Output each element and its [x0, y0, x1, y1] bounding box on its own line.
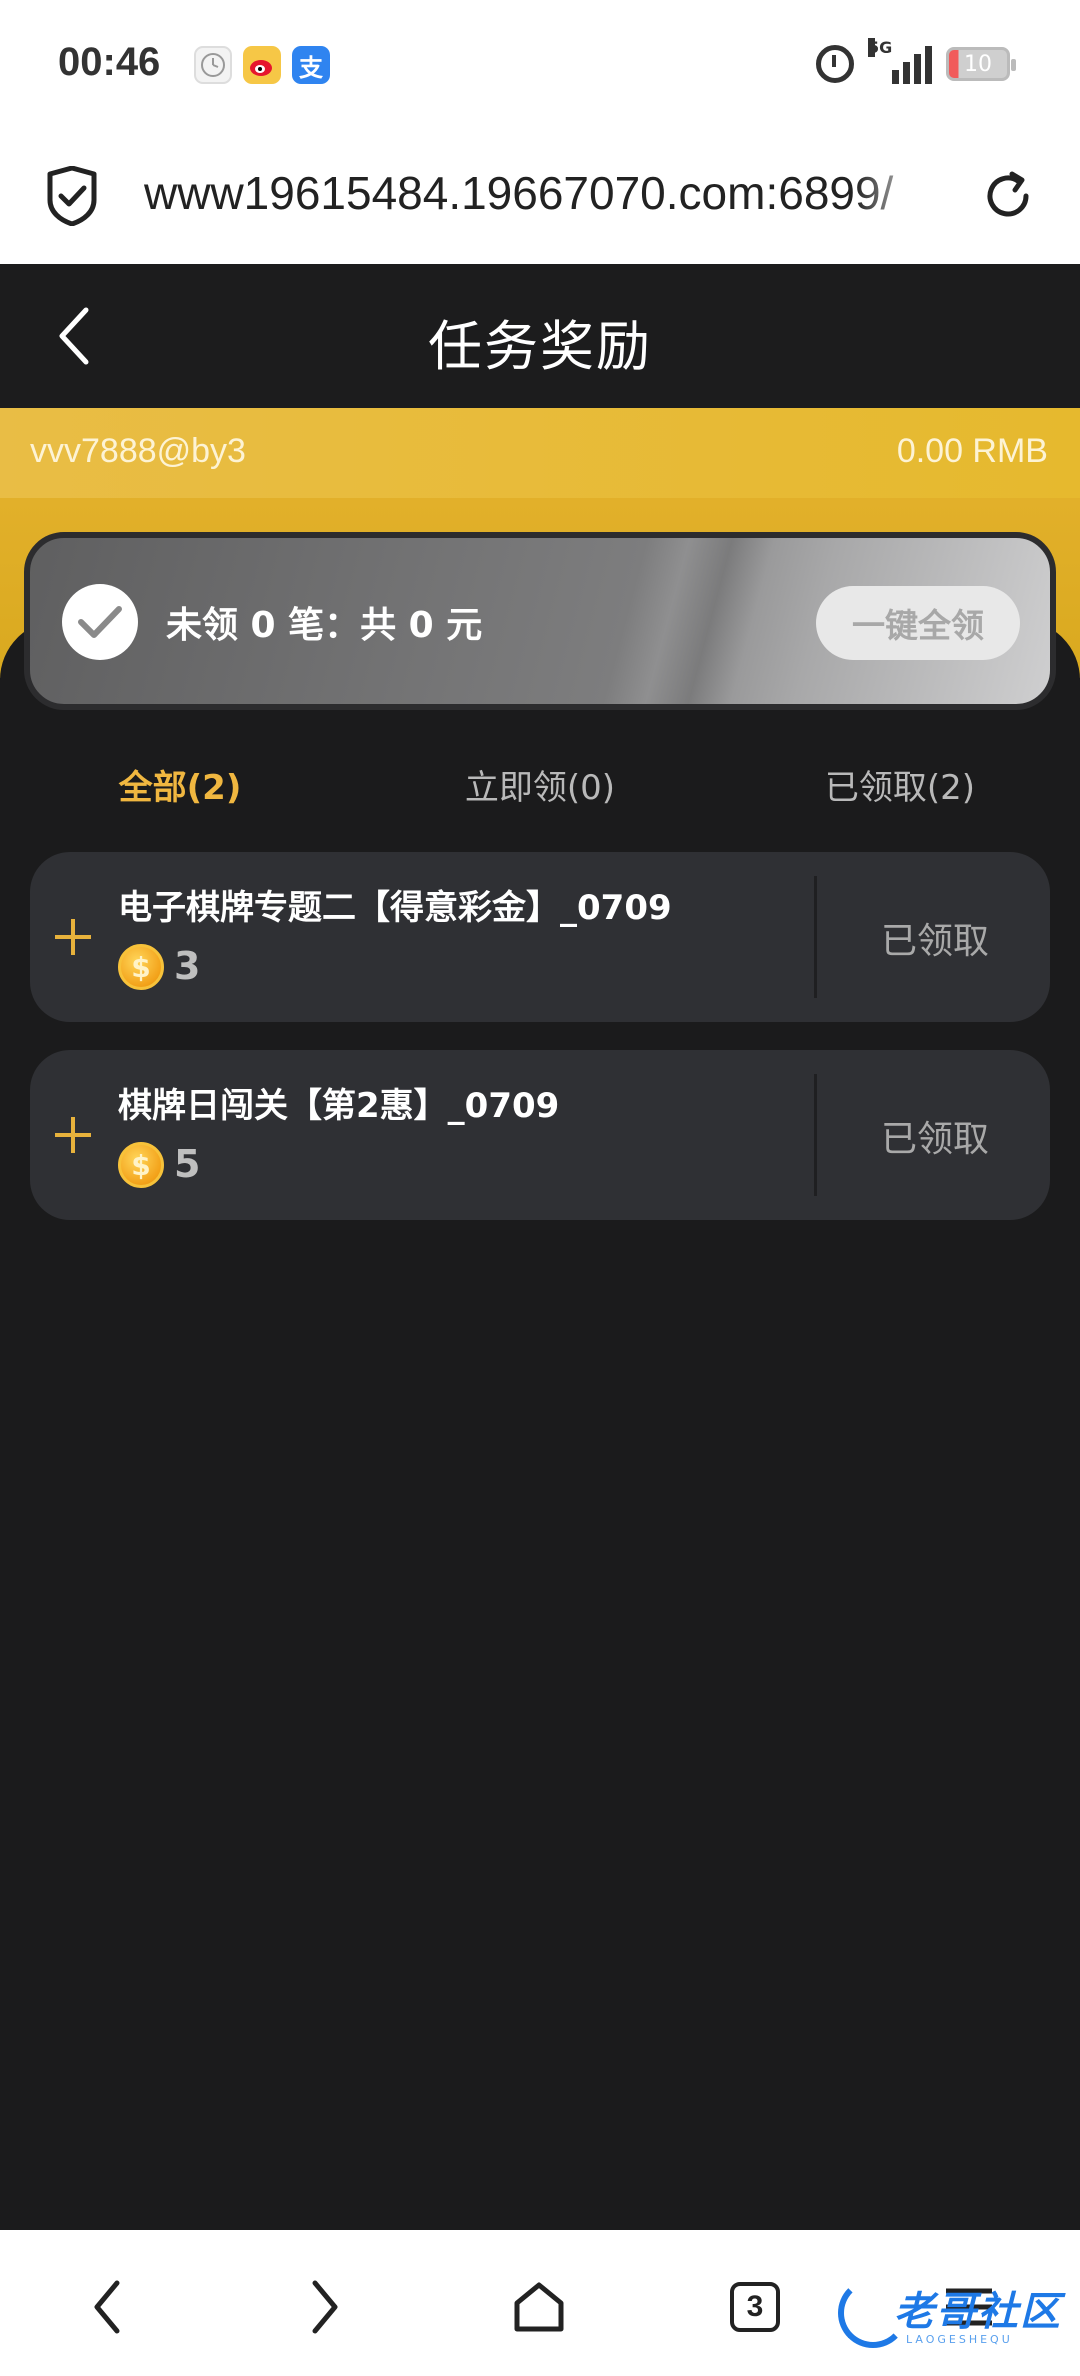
reload-icon[interactable]: [978, 166, 1038, 226]
watermark-swoosh-icon: [838, 2278, 908, 2348]
task-reward: 5: [174, 1142, 201, 1186]
task-item[interactable]: 棋牌日闯关【第2惠】_0709 $ 5 已领取: [30, 1050, 1050, 1220]
divider: [814, 876, 817, 998]
alarm-icon: [816, 45, 854, 83]
summary-card: 未领 0 笔：共 0 元 一键全领: [24, 532, 1056, 710]
coin-icon: $: [118, 944, 164, 990]
claim-all-button[interactable]: 一键全领: [816, 586, 1020, 660]
page-title: 任务奖励: [428, 315, 652, 378]
task-status-button[interactable]: 已领取: [820, 1110, 1050, 1162]
plus-icon[interactable]: [52, 916, 94, 958]
unclaimed-summary: 未领 0 笔：共 0 元: [166, 605, 483, 646]
tab-count: 3: [730, 2282, 780, 2332]
tabs-switcher-button[interactable]: 3: [720, 2272, 790, 2342]
coin-icon: $: [118, 1142, 164, 1188]
plus-icon[interactable]: [52, 1114, 94, 1156]
task-reward: 3: [174, 944, 201, 988]
nav-forward-icon[interactable]: [290, 2272, 360, 2342]
signal-icon: 5G: [868, 38, 932, 84]
nav-back-icon[interactable]: [72, 2272, 142, 2342]
status-time: 00:46: [58, 40, 161, 84]
url-field[interactable]: www19615484.19667070.com:6899/: [144, 166, 934, 226]
divider: [814, 1074, 817, 1196]
shield-check-icon[interactable]: [44, 165, 100, 227]
alipay-app-icon: 支: [292, 46, 330, 84]
home-icon[interactable]: [504, 2272, 574, 2342]
clock-app-icon: [194, 46, 232, 84]
status-bar: 00:46 支 5G 10: [0, 0, 1080, 130]
weibo-app-icon: [243, 46, 281, 84]
task-title: 棋牌日闯关【第2惠】_0709: [118, 1086, 560, 1126]
check-icon: [62, 584, 138, 660]
tab-claimed[interactable]: 已领取(2): [750, 760, 1050, 809]
account-strip: vvv7888@by3 0.00 RMB: [0, 408, 1080, 498]
task-title: 电子棋牌专题二【得意彩金】_0709: [118, 888, 672, 928]
network-type-label: 5G: [868, 38, 893, 57]
task-item[interactable]: 电子棋牌专题二【得意彩金】_0709 $ 3 已领取: [30, 852, 1050, 1022]
task-status-button[interactable]: 已领取: [820, 912, 1050, 964]
battery-level: 10: [964, 51, 992, 77]
balance: 0.00 RMB: [896, 432, 1048, 470]
tab-claim-now[interactable]: 立即领(0): [390, 760, 690, 809]
battery-icon: 10: [946, 47, 1016, 81]
app-header: 任务奖励: [0, 264, 1080, 408]
browser-url-bar: www19615484.19667070.com:6899/: [0, 130, 1080, 264]
username: vvv7888@by3: [30, 432, 246, 470]
watermark-logo: 老哥社区 LAOGESHEQU: [836, 2272, 1070, 2352]
tab-all[interactable]: 全部(2): [30, 760, 330, 809]
